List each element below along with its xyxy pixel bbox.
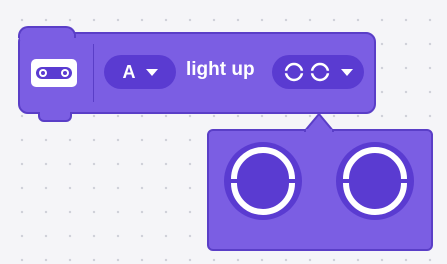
port-dropdown[interactable]: A xyxy=(104,55,176,89)
eye-right-icon xyxy=(310,62,330,82)
block-notch-fill xyxy=(20,34,74,40)
chevron-down-icon xyxy=(145,68,158,76)
ultrasonic-sensor-icon xyxy=(31,59,77,87)
eye-left-icon xyxy=(284,62,304,82)
popup-pointer xyxy=(304,112,334,132)
eye-segment-icon[interactable] xyxy=(336,142,414,220)
port-value: A xyxy=(122,61,136,82)
chevron-down-icon xyxy=(341,68,353,76)
block-divider xyxy=(93,44,94,102)
eye-segment-icon[interactable] xyxy=(224,142,302,220)
action-label: light up xyxy=(186,59,255,80)
block-tab-fill xyxy=(40,110,70,114)
light-pattern-dropdown[interactable] xyxy=(272,55,364,89)
